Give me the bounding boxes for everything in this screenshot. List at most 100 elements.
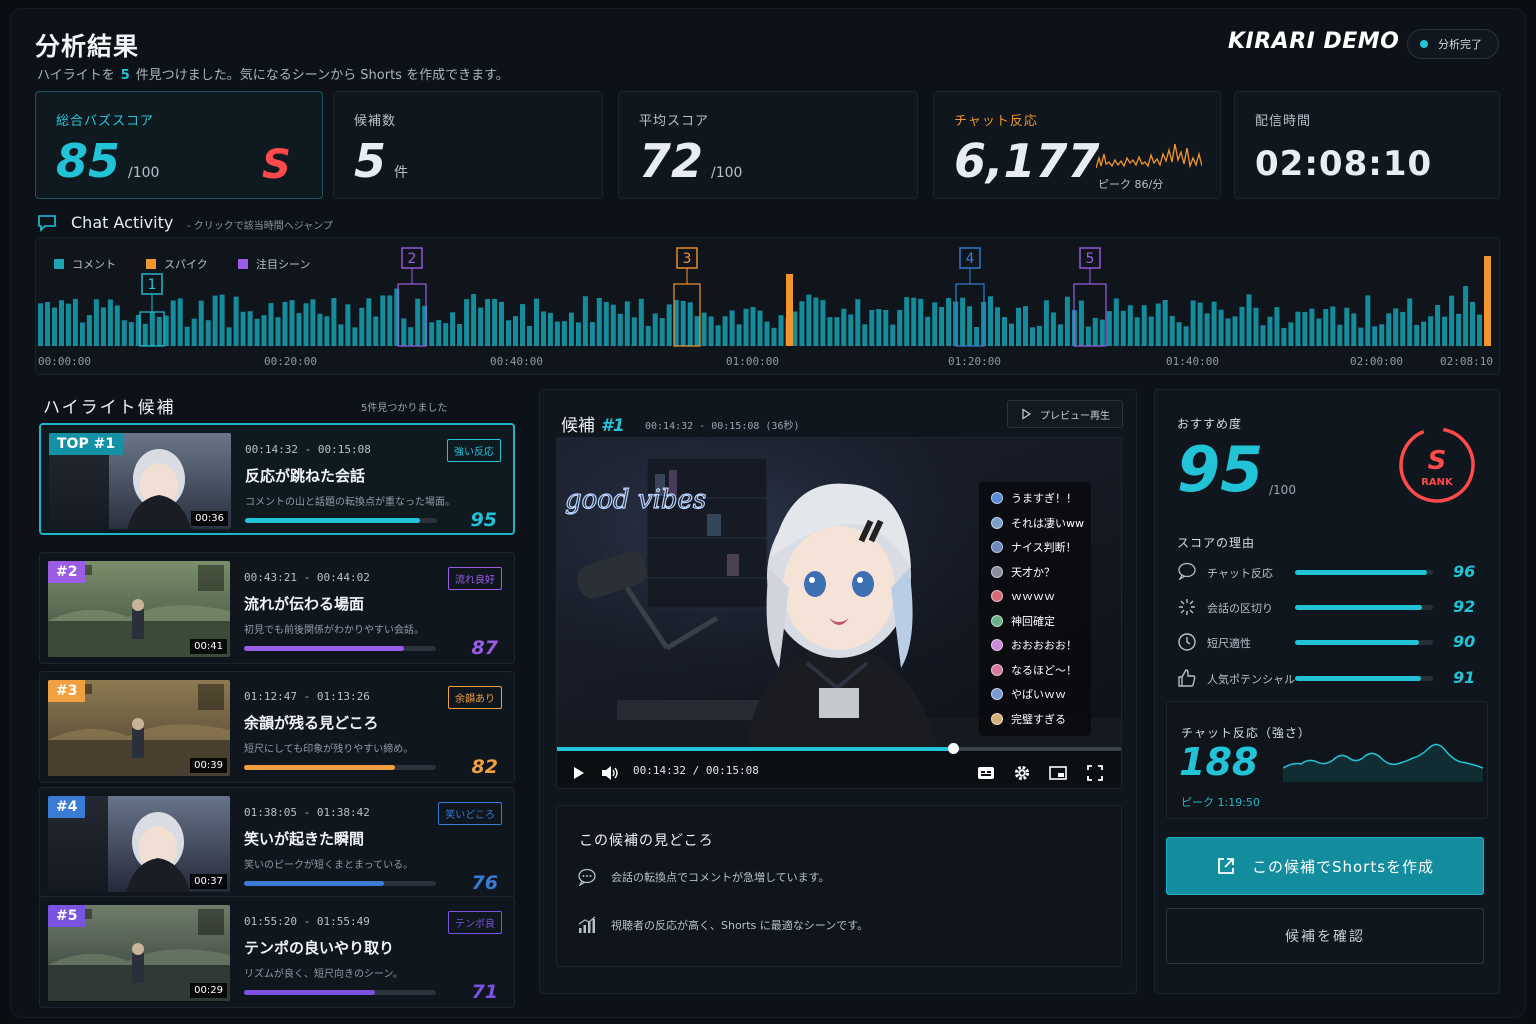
activity-bar	[191, 318, 197, 346]
kpi-label: 候補数	[354, 114, 397, 129]
activity-bar	[1190, 300, 1196, 346]
candidate-rank-badge: #3	[48, 680, 86, 702]
video-progress-track[interactable]	[557, 747, 1121, 751]
activity-bar	[352, 327, 358, 346]
activity-bar	[1274, 307, 1280, 346]
activity-bar	[415, 298, 421, 346]
activity-bar	[813, 297, 819, 346]
activity-bar	[282, 301, 288, 346]
activity-bar	[1009, 323, 1014, 346]
candidate-duration: 00:29	[190, 983, 227, 998]
activity-bar	[974, 327, 980, 346]
kpi-value: 6,177	[954, 134, 1100, 188]
create-shorts-button[interactable]: この候補でShortsを作成	[1166, 837, 1484, 895]
chat-message: ナイス判断！	[991, 539, 1077, 555]
activity-bar	[436, 320, 442, 346]
candidate-duration: 00:41	[190, 639, 227, 654]
video-player[interactable]: good vibes うますぎ！！ それは凄いww ナイス判断！ 天才か？ ｗｗ…	[556, 437, 1122, 789]
activity-bar	[1421, 321, 1427, 346]
candidate-title: 余韻が残る見どころ	[244, 714, 379, 732]
activity-bar	[59, 300, 64, 346]
candidate-tag: 笑いどころ	[438, 802, 502, 825]
activity-bar	[603, 301, 609, 346]
recommend-label: おすすめ度	[1177, 417, 1243, 431]
miniplayer-icon[interactable]	[1049, 766, 1067, 780]
activity-bar	[1323, 309, 1329, 346]
player-time: 00:14:32 / 00:15:08	[633, 764, 759, 777]
activity-bar	[1449, 295, 1455, 346]
activity-bar	[205, 320, 211, 346]
activity-bar	[890, 324, 896, 346]
activity-bar	[666, 304, 672, 346]
candidate-score-bar	[244, 765, 396, 770]
candidate-card[interactable]: #5 00:29 01:55:20 - 01:55:49 テンポ良 テンポの良いやり取り…	[39, 896, 515, 1008]
reason-value: 90	[1453, 632, 1476, 651]
candidate-description: コメントの山と話題の転換点が重なった場面。	[245, 497, 455, 508]
activity-bar	[848, 314, 854, 346]
candidate-score: 95	[470, 509, 497, 531]
candidate-score-track	[244, 646, 436, 651]
candidate-title: 反応が跳ねた会話	[245, 467, 366, 485]
chat-avatar-icon	[991, 516, 1003, 529]
reason-label: 短尺適性	[1207, 637, 1251, 650]
candidate-thumbnail[interactable]: #5 00:29	[48, 905, 230, 1001]
activity-bar	[988, 296, 993, 346]
kpi-peak: ピーク 86/分	[1098, 178, 1164, 191]
reason-track	[1295, 570, 1433, 575]
candidate-thumbnail[interactable]: #2 00:41	[48, 561, 230, 657]
candidate-score-bar	[245, 518, 421, 523]
candidate-card[interactable]: #4 00:37 01:38:05 - 01:38:42 笑いどころ 笑いが起きた瞬間笑…	[39, 787, 515, 899]
status-dot-icon	[1420, 40, 1428, 48]
subtitle-pre: ハイライトを	[37, 68, 115, 83]
activity-bar	[149, 312, 155, 346]
activity-bar	[373, 316, 379, 346]
activity-bar	[1400, 311, 1406, 346]
reasons-title: スコアの理由	[1177, 536, 1256, 550]
candidate-thumbnail[interactable]: #4 00:37	[48, 796, 230, 892]
confirm-candidate-button[interactable]: 候補を確認	[1166, 908, 1484, 964]
chat-avatar-icon	[991, 712, 1003, 725]
confirm-candidate-label: 候補を確認	[1285, 929, 1365, 945]
candidate-card[interactable]: TOP #1 00:36 00:14:32 - 00:15:08 強い反応 反応が跳ねた…	[39, 423, 515, 535]
candidate-time-range: 01:12:47 - 01:13:26	[244, 690, 370, 703]
time-tick-label: 02:08:10	[1440, 355, 1493, 368]
activity-bar	[806, 294, 812, 346]
video-progress-handle[interactable]	[948, 743, 960, 754]
reason-track	[1295, 605, 1433, 610]
activity-bar	[170, 300, 176, 346]
preview-play-button[interactable]: プレビュー再生	[1007, 400, 1123, 428]
comment-icon	[1178, 562, 1196, 581]
activity-bar	[338, 324, 344, 346]
activity-bar	[156, 316, 162, 346]
activity-bar	[275, 317, 281, 346]
app-window: 分析結果 ハイライトを 5 件見つけました。気になるシーンから Shorts を作成…	[10, 8, 1526, 1018]
play-icon[interactable]	[573, 766, 585, 780]
kpi-label: 配信時間	[1255, 114, 1312, 129]
score-reason-row: 人気ポテンシャル 91	[1177, 668, 1487, 688]
candidate-thumbnail[interactable]: #3 00:39	[48, 680, 230, 776]
activity-bar	[554, 321, 560, 346]
activity-bar	[946, 298, 952, 346]
activity-bars[interactable]: 1 2 3 4 5 00:00:00 00:20:00 00:40:00 01:00:00 01:…	[36, 238, 1501, 376]
activity-bar	[1337, 324, 1343, 346]
reason-bar	[1295, 570, 1428, 575]
activity-chart[interactable]: コメント スパイク 注目シーン 1 2 3 4 5 00:00:00 00:20:00 00:…	[35, 237, 1500, 375]
activity-bar	[1155, 303, 1161, 346]
activity-bar	[79, 322, 85, 346]
settings-gear-icon[interactable]	[1013, 764, 1031, 782]
rank-letter: S	[1428, 446, 1447, 476]
candidate-card[interactable]: #3 00:39 01:12:47 - 01:13:26 余韻あり 余韻が残る見どころ短…	[39, 671, 515, 783]
video-frame[interactable]: good vibes うますぎ！！ それは凄いww ナイス判断！ 天才か？ ｗｗ…	[557, 438, 1121, 748]
candidate-tag: テンポ良	[448, 911, 502, 934]
candidate-rank-badge: #5	[48, 905, 86, 927]
activity-bar	[1386, 313, 1392, 346]
candidate-thumbnail[interactable]: TOP #1 00:36	[49, 433, 231, 529]
activity-bar	[764, 321, 770, 346]
captions-icon[interactable]	[977, 766, 995, 780]
chat-avatar-icon	[991, 688, 1003, 700]
fullscreen-icon[interactable]	[1087, 765, 1103, 781]
point-item: 視聴者の反応が高く、Shorts に最適なシーンです。	[577, 916, 868, 934]
volume-icon[interactable]	[601, 765, 619, 781]
candidate-score-bar	[244, 646, 405, 651]
candidate-card[interactable]: #2 00:41 00:43:21 - 00:44:02 流れ良好 流れが伝わる場面 初見…	[39, 552, 515, 664]
